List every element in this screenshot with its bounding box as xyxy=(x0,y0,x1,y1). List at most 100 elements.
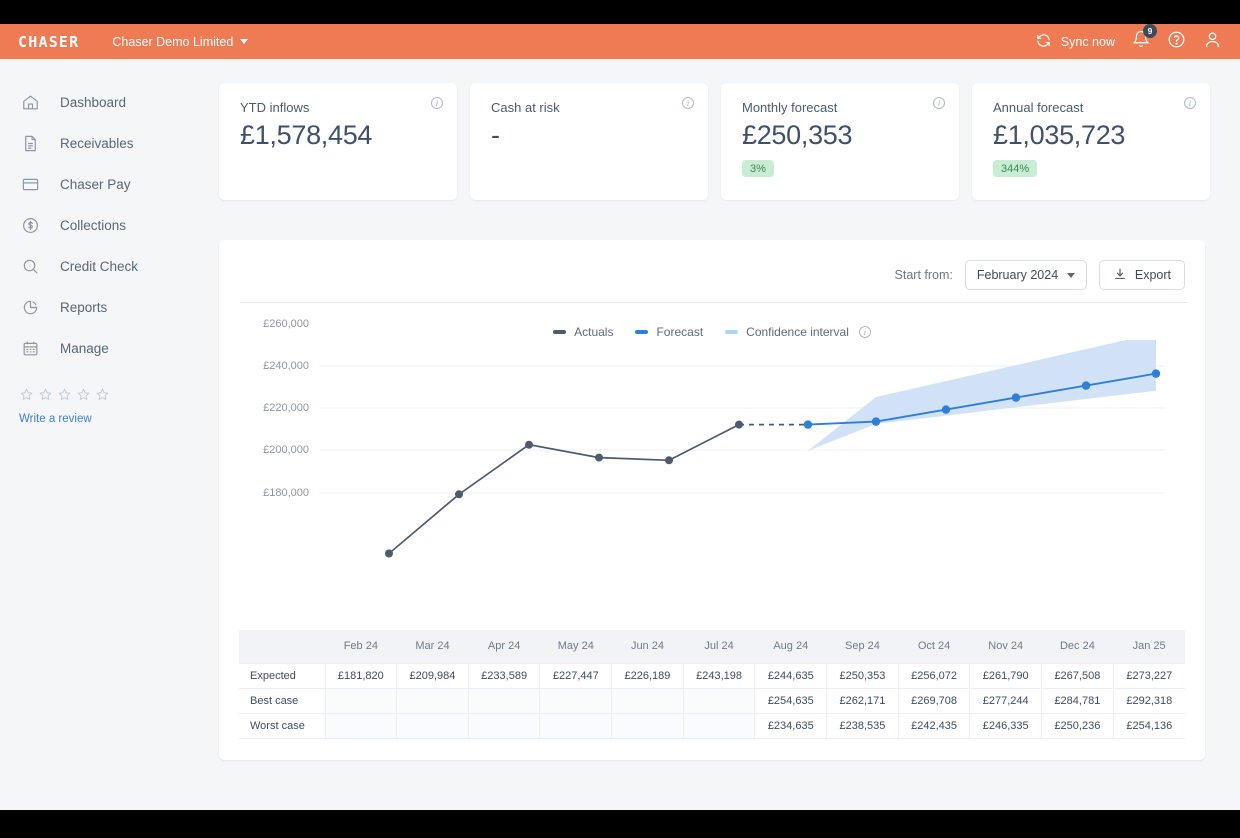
star-icon[interactable] xyxy=(57,387,72,407)
sidebar-item-manage[interactable]: Manage xyxy=(0,328,218,369)
write-a-review-link[interactable]: Write a review xyxy=(0,413,218,425)
kpi-title: Cash at risk xyxy=(491,100,560,115)
kpi-title: Annual forecast xyxy=(993,100,1084,115)
question-mark-icon xyxy=(1167,30,1186,54)
export-button[interactable]: Export xyxy=(1098,260,1185,290)
chevron-down-icon xyxy=(240,39,249,44)
start-from-select[interactable]: February 2024 xyxy=(964,260,1087,290)
info-icon[interactable]: i xyxy=(682,97,694,109)
sidebar-item-chaser-pay[interactable]: Chaser Pay xyxy=(0,164,218,205)
table-cell: £250,353 xyxy=(826,662,899,689)
home-icon xyxy=(20,93,40,113)
toolbar-divider xyxy=(240,302,1188,303)
pie-chart-icon xyxy=(20,298,40,318)
chaser-logo[interactable]: CHASER xyxy=(18,33,79,51)
table-row-label: Best case xyxy=(239,687,326,714)
chevron-down-icon xyxy=(1066,272,1075,278)
legend-item-confidence-interval[interactable]: Confidence interval i xyxy=(725,325,871,339)
sidebar-item-receivables[interactable]: Receivables xyxy=(0,123,218,164)
table-cell xyxy=(396,712,469,739)
table-cell: £292,318 xyxy=(1112,687,1185,714)
table-col-header: Apr 24 xyxy=(468,630,540,663)
table-row: Worst case £234,635 £238,535 £242,435 £2… xyxy=(239,712,1185,739)
table-cell xyxy=(611,712,684,739)
info-icon[interactable]: i xyxy=(933,97,945,109)
document-icon xyxy=(20,134,40,154)
table-cell: £262,171 xyxy=(826,687,899,714)
table-cell xyxy=(682,687,756,714)
cashflow-forecast-card: Start from: February 2024 Export Actuals xyxy=(219,240,1205,760)
table-cell: £261,790 xyxy=(969,662,1043,689)
sidebar-item-label: Dashboard xyxy=(60,95,127,110)
search-icon xyxy=(20,257,40,277)
topbar-actions: Sync now 9 xyxy=(1035,24,1222,54)
table-cell xyxy=(324,687,398,714)
table-cell: £181,820 xyxy=(324,662,398,689)
actuals-data-points xyxy=(385,420,743,558)
kpi-title: YTD inflows xyxy=(240,100,310,115)
table-cell: £254,136 xyxy=(1112,712,1185,739)
sidebar-item-label: Receivables xyxy=(60,136,134,151)
sidebar-item-dashboard[interactable]: Dashboard xyxy=(0,82,218,123)
user-icon xyxy=(1203,30,1222,54)
sidebar-navigation: Dashboard Receivables Chaser Pay Collect… xyxy=(0,59,218,810)
kpi-value: £1,035,723 xyxy=(993,120,1126,150)
help-button[interactable] xyxy=(1167,30,1186,54)
app-screen: CHASER Chaser Demo Limited Sync now 9 Da… xyxy=(0,24,1240,810)
calendar-icon xyxy=(20,339,40,359)
table-cell: £277,244 xyxy=(969,687,1043,714)
notifications-button[interactable]: 9 xyxy=(1132,24,1157,53)
table-row: Best case £254,635 £262,171 £269,708 £27… xyxy=(239,687,1185,714)
table-col-header: Jul 24 xyxy=(683,630,755,663)
legend-item-forecast[interactable]: Forecast xyxy=(635,325,703,339)
info-icon[interactable]: i xyxy=(1184,97,1196,109)
sidebar-item-label: Chaser Pay xyxy=(60,177,131,192)
info-icon[interactable]: i xyxy=(431,97,443,109)
table-cell xyxy=(539,712,613,739)
table-body: Expected £181,820 £209,984 £233,589 £227… xyxy=(239,662,1185,739)
legend-label: Confidence interval xyxy=(746,325,849,339)
sidebar-item-credit-check[interactable]: Credit Check xyxy=(0,246,218,287)
legend-item-actuals[interactable]: Actuals xyxy=(553,325,613,339)
table-col-header: Nov 24 xyxy=(969,630,1042,663)
table-col-header: May 24 xyxy=(539,630,612,663)
sync-now-button[interactable]: Sync now xyxy=(1035,32,1115,52)
table-cell: £256,072 xyxy=(897,662,971,689)
review-star-rating[interactable] xyxy=(0,387,218,407)
kpi-card-ytd-inflows: i YTD inflows £1,578,454 xyxy=(219,83,457,200)
star-icon[interactable] xyxy=(76,387,91,407)
table-cell: £284,781 xyxy=(1041,687,1114,714)
legend-swatch-icon xyxy=(553,330,567,334)
star-icon[interactable] xyxy=(95,387,110,407)
info-icon[interactable]: i xyxy=(858,326,871,338)
sidebar-item-reports[interactable]: Reports xyxy=(0,287,218,328)
dollar-circle-icon xyxy=(20,216,40,236)
table-cell xyxy=(611,687,684,714)
user-account-button[interactable] xyxy=(1203,30,1222,54)
table-cell: £238,535 xyxy=(826,712,899,739)
table-cell xyxy=(539,687,613,714)
sidebar-item-collections[interactable]: Collections xyxy=(0,205,218,246)
table-cell: £242,435 xyxy=(897,712,971,739)
notification-count-badge: 9 xyxy=(1143,24,1157,38)
legend-swatch-icon xyxy=(725,330,739,334)
table-cell: £209,984 xyxy=(396,662,469,689)
table-col-header: Oct 24 xyxy=(898,630,970,663)
star-icon[interactable] xyxy=(19,387,34,407)
card-icon xyxy=(20,175,40,195)
confidence-interval-band xyxy=(808,340,1156,451)
chart-plot-area: £180,000 £200,000 £220,000 £240,000 £260… xyxy=(219,318,1205,610)
table-col-header: Dec 24 xyxy=(1041,630,1114,663)
table-cell: £226,189 xyxy=(611,662,684,689)
company-switcher[interactable]: Chaser Demo Limited xyxy=(112,35,249,49)
kpi-card-annual-forecast: i Annual forecast £1,035,723 344% xyxy=(972,83,1210,200)
kpi-value: £250,353 xyxy=(742,120,853,150)
kpi-value: £1,578,454 xyxy=(240,120,373,150)
actuals-line xyxy=(388,423,740,555)
table-row-label: Worst case xyxy=(239,712,326,739)
table-col-header xyxy=(239,630,325,663)
legend-swatch-icon xyxy=(635,330,649,334)
table-col-header: Mar 24 xyxy=(396,630,469,663)
start-from-selected-value: February 2024 xyxy=(976,268,1059,282)
star-icon[interactable] xyxy=(38,387,53,407)
